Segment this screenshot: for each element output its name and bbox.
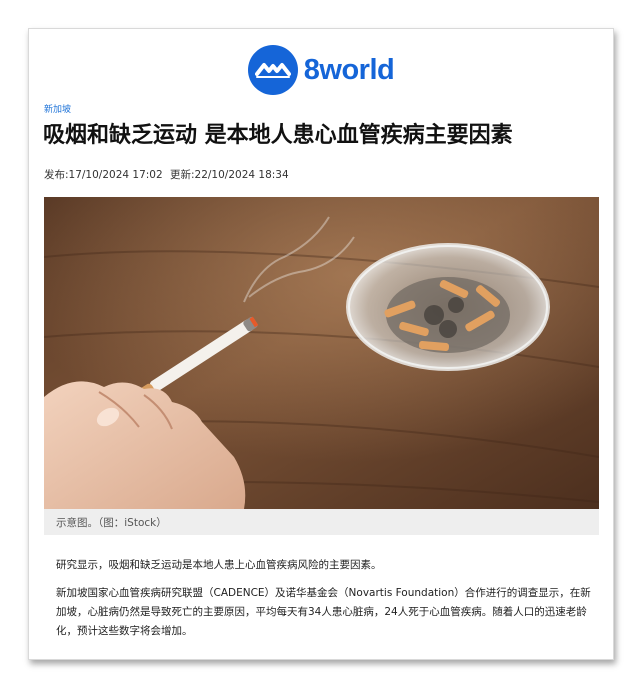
article-dates: 发布:17/10/2024 17:02 更新:22/10/2024 18:34 (44, 167, 293, 182)
image-caption: 示意图。（图：iStock） (56, 517, 167, 529)
logo-text: 8world (303, 53, 395, 86)
published-date: 发布:17/10/2024 17:02 (44, 169, 163, 181)
article-title: 吸烟和缺乏运动 是本地人患心血管疾病主要因素 (43, 123, 513, 148)
page: 8world 新加坡 吸烟和缺乏运动 是本地人患心血管疾病主要因素 发布:17/… (0, 0, 640, 690)
site-logo[interactable]: 8world (29, 43, 613, 97)
8world-logo-icon (247, 45, 298, 95)
article-photo (44, 197, 599, 509)
article-card: 8world 新加坡 吸烟和缺乏运动 是本地人患心血管疾病主要因素 发布:17/… (28, 28, 614, 660)
article-paragraph-2: 新加坡国家心血管疾病研究联盟（CADENCE）及诺华基金会（Novartis F… (56, 587, 591, 637)
article-paragraph-1: 研究显示，吸烟和缺乏运动是本地人患上心血管疾病风险的主要因素。 (56, 559, 382, 571)
image-caption-bar: 示意图。（图：iStock） (44, 509, 599, 535)
updated-date: 更新:22/10/2024 18:34 (170, 169, 289, 181)
category-link[interactable]: 新加坡 (44, 102, 71, 115)
